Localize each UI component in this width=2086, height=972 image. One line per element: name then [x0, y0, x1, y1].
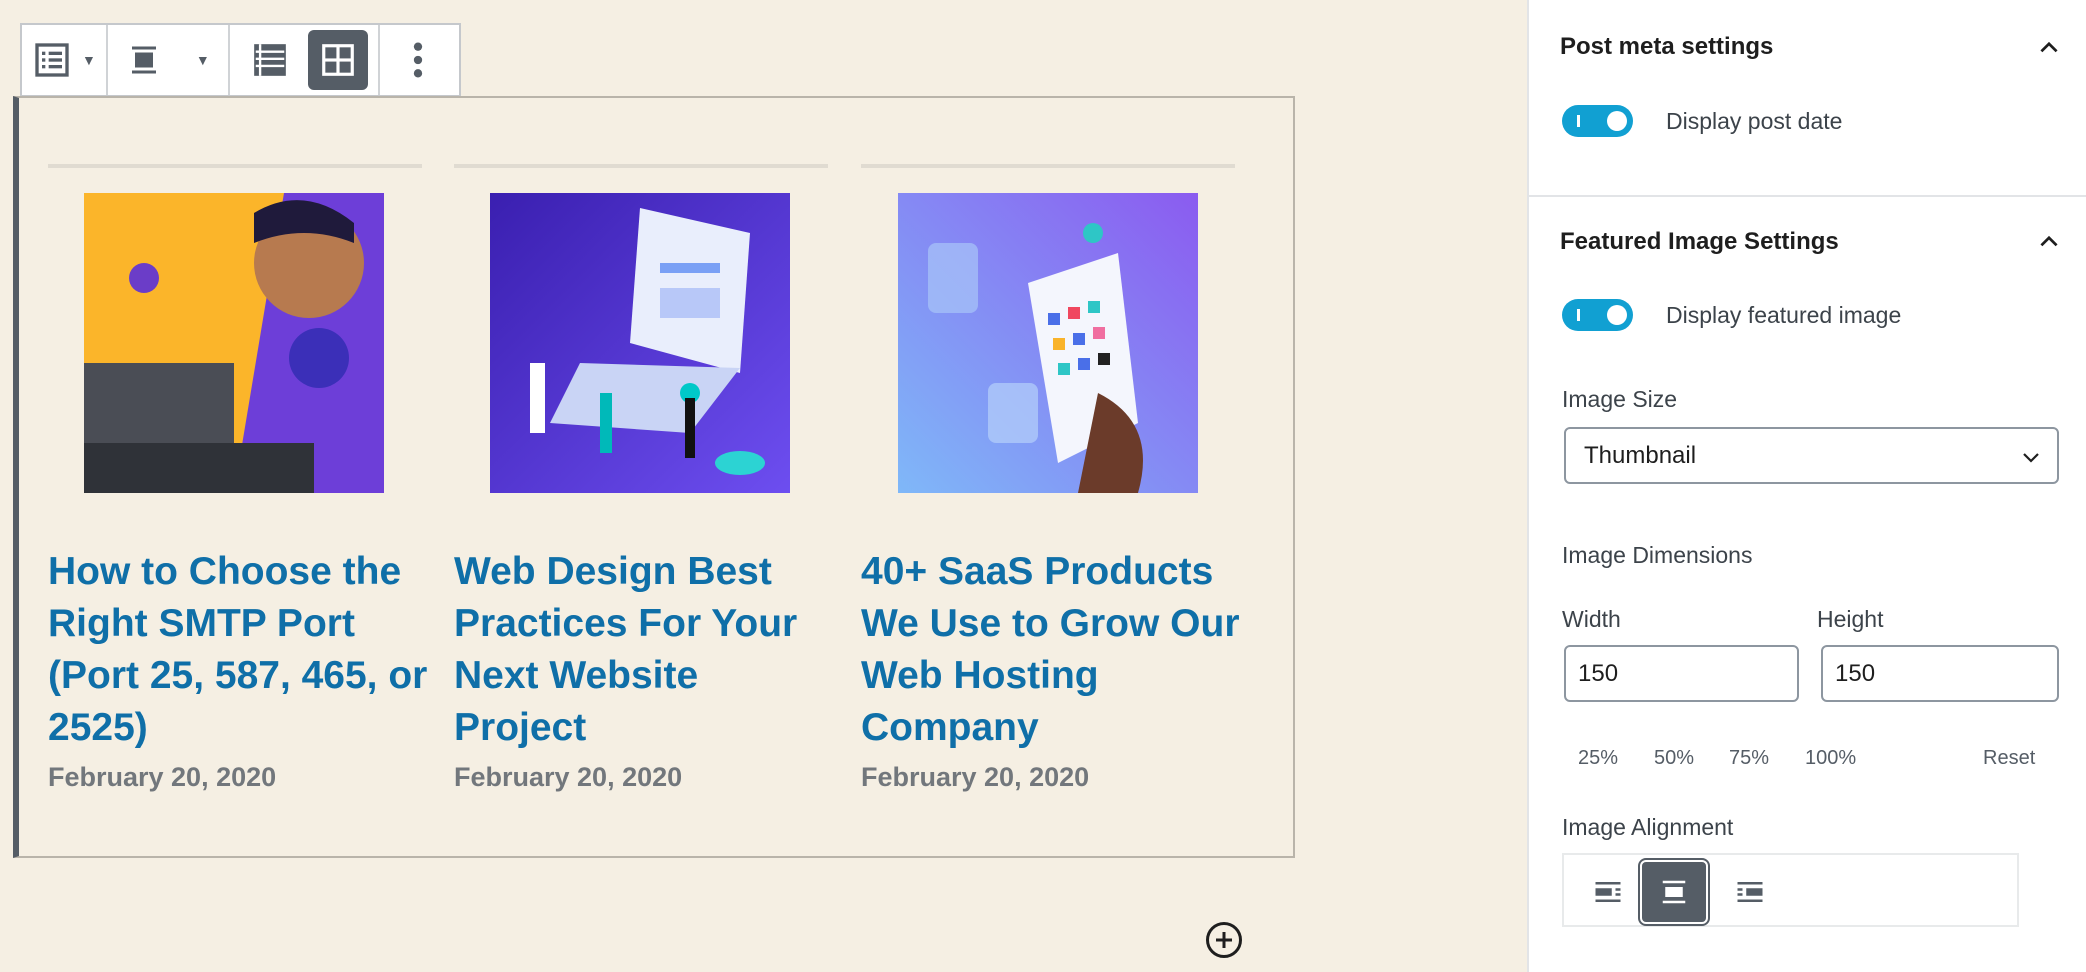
preset-25-button[interactable]: 25%	[1578, 747, 1618, 770]
display-post-date-toggle[interactable]	[1562, 105, 1633, 137]
settings-sidebar: Post meta settings Display post date Fea…	[1527, 0, 2086, 972]
change-alignment-button[interactable]: ▼	[108, 25, 230, 95]
grid-layout-button[interactable]	[307, 30, 368, 90]
post-featured-image[interactable]	[490, 193, 790, 493]
image-size-value: Thumbnail	[1584, 441, 1697, 469]
post-featured-image[interactable]	[898, 193, 1198, 493]
post-title-link[interactable]: Web Design Best Practices For Your Next …	[454, 546, 834, 754]
display-featured-image-toggle[interactable]	[1562, 299, 1633, 331]
preset-100-button[interactable]: 100%	[1805, 747, 1856, 770]
more-options-icon	[413, 42, 422, 78]
align-right-icon	[1737, 882, 1763, 902]
align-left-icon	[1595, 882, 1621, 902]
more-options-button[interactable]	[380, 25, 456, 95]
image-size-select[interactable]: Thumbnail	[1564, 427, 2059, 484]
grid-layout-icon	[321, 44, 354, 76]
dropdown-arrow-icon: ▼	[82, 52, 96, 68]
height-label: Height	[1817, 606, 1884, 632]
post-divider	[861, 164, 1235, 168]
block-toolbar: ▼ ▼	[20, 23, 461, 97]
post-date: February 20, 2020	[48, 762, 277, 792]
align-left-button[interactable]	[1574, 860, 1642, 924]
post-title-link[interactable]: How to Choose the Right SMTP Port (Port …	[48, 546, 428, 754]
align-center-icon	[131, 46, 156, 74]
list-layout-icon	[253, 44, 286, 76]
align-center-button[interactable]	[1640, 860, 1708, 924]
chevron-down-icon	[2023, 453, 2039, 463]
align-right-button[interactable]	[1716, 860, 1784, 924]
post-date: February 20, 2020	[454, 762, 683, 792]
list-layout-button[interactable]	[240, 30, 300, 90]
layout-group	[230, 25, 380, 95]
image-dimensions-label: Image Dimensions	[1562, 542, 1753, 568]
post-meta-panel-toggle[interactable]: Post meta settings	[1560, 33, 1773, 61]
height-input[interactable]: 150	[1821, 645, 2059, 702]
image-alignment-group	[1562, 853, 2019, 927]
post-divider	[48, 164, 422, 168]
post-divider	[454, 164, 828, 168]
width-input[interactable]: 150	[1564, 645, 1799, 702]
image-alignment-label: Image Alignment	[1562, 814, 1734, 840]
add-block-button[interactable]	[1206, 922, 1242, 958]
chevron-up-icon[interactable]	[2036, 34, 2062, 60]
list-view-icon	[35, 43, 69, 77]
preset-75-button[interactable]: 75%	[1729, 747, 1769, 770]
featured-image-panel-toggle[interactable]: Featured Image Settings	[1560, 228, 1839, 256]
post-date: February 20, 2020	[861, 762, 1090, 792]
display-post-date-label: Display post date	[1666, 108, 1843, 134]
preset-50-button[interactable]: 50%	[1654, 747, 1694, 770]
post-featured-image[interactable]	[84, 193, 384, 493]
width-label: Width	[1562, 606, 1621, 632]
change-block-type-button[interactable]: ▼	[22, 25, 108, 95]
post-title-link[interactable]: 40+ SaaS Products We Use to Grow Our Web…	[861, 546, 1251, 754]
reset-button[interactable]: Reset	[1983, 747, 2035, 770]
panel-divider	[1529, 195, 2086, 197]
display-featured-image-label: Display featured image	[1666, 302, 1902, 328]
image-size-label: Image Size	[1562, 386, 1678, 412]
align-center-icon	[1662, 880, 1686, 904]
chevron-up-icon[interactable]	[2036, 228, 2062, 254]
dropdown-arrow-icon: ▼	[195, 52, 210, 68]
